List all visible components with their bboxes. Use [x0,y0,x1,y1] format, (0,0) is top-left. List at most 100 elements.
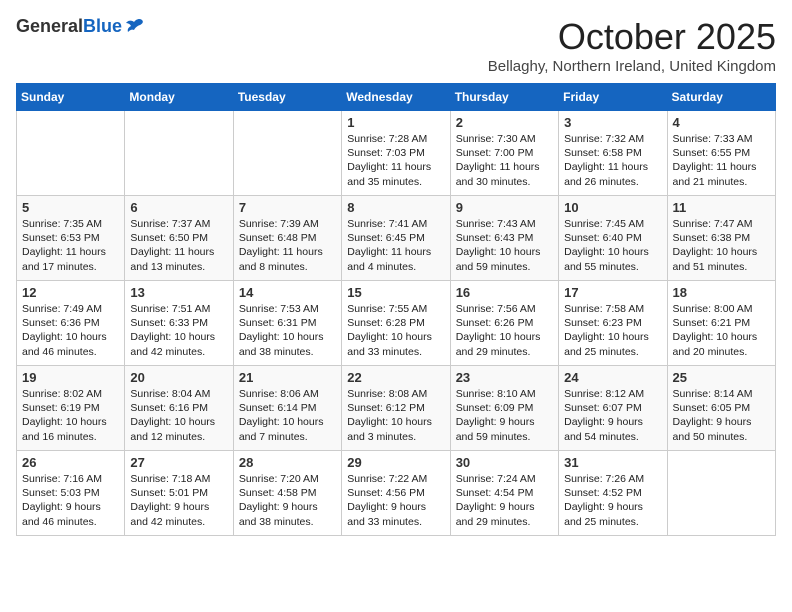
day-number: 1 [347,115,444,130]
day-number: 29 [347,455,444,470]
day-number: 22 [347,370,444,385]
calendar-week-row: 26Sunrise: 7:16 AM Sunset: 5:03 PM Dayli… [17,451,776,536]
calendar-cell [233,111,341,196]
day-number: 11 [673,200,770,215]
calendar-cell: 19 Sunrise: 8:02 AM Sunset: 6:19 PM Dayli… [17,366,125,451]
month-title: October 2025 [488,16,776,58]
calendar-week-row: 12 Sunrise: 7:49 AM Sunset: 6:36 PM Dayli… [17,281,776,366]
day-number: 6 [130,200,227,215]
cell-content: Sunrise: 7:35 AM Sunset: 6:53 PM Dayligh… [22,217,119,274]
cell-content: Sunrise: 7:18 AM Sunset: 5:01 PM Dayligh… [130,472,227,529]
calendar-cell: 27Sunrise: 7:18 AM Sunset: 5:01 PM Dayli… [125,451,233,536]
calendar-cell: 7 Sunrise: 7:39 AM Sunset: 6:48 PM Daylig… [233,196,341,281]
cell-content: Sunrise: 7:20 AM Sunset: 4:58 PM Dayligh… [239,472,336,529]
weekday-header: Sunday [17,84,125,111]
cell-content: Sunrise: 7:49 AM Sunset: 6:36 PM Dayligh… [22,302,119,359]
calendar-cell: 1 Sunrise: 7:28 AM Sunset: 7:03 PM Daylig… [342,111,450,196]
cell-content: Sunrise: 7:55 AM Sunset: 6:28 PM Dayligh… [347,302,444,359]
cell-content: Sunrise: 8:12 AM Sunset: 6:07 PM Dayligh… [564,387,661,444]
day-number: 7 [239,200,336,215]
calendar-cell: 25Sunrise: 8:14 AM Sunset: 6:05 PM Dayli… [667,366,775,451]
calendar-cell: 30 Sunrise: 7:24 AM Sunset: 4:54 PM Dayli… [450,451,558,536]
day-number: 24 [564,370,661,385]
calendar-week-row: 1 Sunrise: 7:28 AM Sunset: 7:03 PM Daylig… [17,111,776,196]
cell-content: Sunrise: 7:39 AM Sunset: 6:48 PM Dayligh… [239,217,336,274]
weekday-header: Tuesday [233,84,341,111]
cell-content: Sunrise: 7:51 AM Sunset: 6:33 PM Dayligh… [130,302,227,359]
day-number: 2 [456,115,553,130]
cell-content: Sunrise: 7:24 AM Sunset: 4:54 PM Dayligh… [456,472,553,529]
cell-content: Sunrise: 7:30 AM Sunset: 7:00 PM Dayligh… [456,132,553,189]
cell-content: Sunrise: 7:56 AM Sunset: 6:26 PM Dayligh… [456,302,553,359]
cell-content: Sunrise: 8:04 AM Sunset: 6:16 PM Dayligh… [130,387,227,444]
cell-content: Sunrise: 7:28 AM Sunset: 7:03 PM Dayligh… [347,132,444,189]
calendar-cell: 28 Sunrise: 7:20 AM Sunset: 4:58 PM Dayli… [233,451,341,536]
calendar-table: SundayMondayTuesdayWednesdayThursdayFrid… [16,83,776,536]
cell-content: Sunrise: 7:58 AM Sunset: 6:23 PM Dayligh… [564,302,661,359]
calendar-cell: 10Sunrise: 7:45 AM Sunset: 6:40 PM Dayli… [559,196,667,281]
calendar-cell: 15 Sunrise: 7:55 AM Sunset: 6:28 PM Dayli… [342,281,450,366]
day-number: 17 [564,285,661,300]
day-number: 12 [22,285,119,300]
calendar-cell: 13 Sunrise: 7:51 AM Sunset: 6:33 PM Dayli… [125,281,233,366]
day-number: 28 [239,455,336,470]
day-number: 4 [673,115,770,130]
header: GeneralBlue October 2025 Bellaghy, North… [16,16,776,75]
day-number: 21 [239,370,336,385]
weekday-header: Friday [559,84,667,111]
calendar-cell: 29 Sunrise: 7:22 AM Sunset: 4:56 PM Dayli… [342,451,450,536]
cell-content: Sunrise: 7:41 AM Sunset: 6:45 PM Dayligh… [347,217,444,274]
cell-content: Sunrise: 7:45 AM Sunset: 6:40 PM Dayligh… [564,217,661,274]
calendar-cell: 20 Sunrise: 8:04 AM Sunset: 6:16 PM Dayli… [125,366,233,451]
calendar-week-row: 5 Sunrise: 7:35 AM Sunset: 6:53 PM Daylig… [17,196,776,281]
day-number: 18 [673,285,770,300]
calendar-cell: 5 Sunrise: 7:35 AM Sunset: 6:53 PM Daylig… [17,196,125,281]
logo-general: GeneralBlue [16,17,122,37]
day-number: 5 [22,200,119,215]
day-number: 3 [564,115,661,130]
day-number: 30 [456,455,553,470]
cell-content: Sunrise: 7:26 AM Sunset: 4:52 PM Dayligh… [564,472,661,529]
weekday-header: Thursday [450,84,558,111]
cell-content: Sunrise: 7:43 AM Sunset: 6:43 PM Dayligh… [456,217,553,274]
weekday-header: Wednesday [342,84,450,111]
cell-content: Sunrise: 8:14 AM Sunset: 6:05 PM Dayligh… [673,387,770,444]
calendar-cell [17,111,125,196]
logo-bird-icon [124,16,146,38]
cell-content: Sunrise: 8:06 AM Sunset: 6:14 PM Dayligh… [239,387,336,444]
day-number: 19 [22,370,119,385]
calendar-cell [125,111,233,196]
calendar-cell [667,451,775,536]
calendar-cell: 23 Sunrise: 8:10 AM Sunset: 6:09 PM Dayli… [450,366,558,451]
day-number: 8 [347,200,444,215]
cell-content: Sunrise: 7:32 AM Sunset: 6:58 PM Dayligh… [564,132,661,189]
day-number: 16 [456,285,553,300]
calendar-cell: 17 Sunrise: 7:58 AM Sunset: 6:23 PM Dayli… [559,281,667,366]
calendar-cell: 9Sunrise: 7:43 AM Sunset: 6:43 PM Daylig… [450,196,558,281]
day-number: 20 [130,370,227,385]
cell-content: Sunrise: 8:08 AM Sunset: 6:12 PM Dayligh… [347,387,444,444]
day-number: 15 [347,285,444,300]
calendar-cell: 2 Sunrise: 7:30 AM Sunset: 7:00 PM Daylig… [450,111,558,196]
cell-content: Sunrise: 8:10 AM Sunset: 6:09 PM Dayligh… [456,387,553,444]
weekday-header: Monday [125,84,233,111]
calendar-cell: 6Sunrise: 7:37 AM Sunset: 6:50 PM Daylig… [125,196,233,281]
calendar-week-row: 19 Sunrise: 8:02 AM Sunset: 6:19 PM Dayli… [17,366,776,451]
cell-content: Sunrise: 8:00 AM Sunset: 6:21 PM Dayligh… [673,302,770,359]
cell-content: Sunrise: 8:02 AM Sunset: 6:19 PM Dayligh… [22,387,119,444]
cell-content: Sunrise: 7:22 AM Sunset: 4:56 PM Dayligh… [347,472,444,529]
calendar-cell: 31 Sunrise: 7:26 AM Sunset: 4:52 PM Dayli… [559,451,667,536]
day-number: 31 [564,455,661,470]
calendar-header-row: SundayMondayTuesdayWednesdayThursdayFrid… [17,84,776,111]
calendar-cell: 11 Sunrise: 7:47 AM Sunset: 6:38 PM Dayli… [667,196,775,281]
calendar-cell: 24 Sunrise: 8:12 AM Sunset: 6:07 PM Dayli… [559,366,667,451]
day-number: 14 [239,285,336,300]
logo: GeneralBlue [16,16,146,38]
calendar-cell: 18 Sunrise: 8:00 AM Sunset: 6:21 PM Dayli… [667,281,775,366]
cell-content: Sunrise: 7:16 AM Sunset: 5:03 PM Dayligh… [22,472,119,529]
weekday-header: Saturday [667,84,775,111]
day-number: 13 [130,285,227,300]
title-block: October 2025 Bellaghy, Northern Ireland,… [488,16,776,75]
day-number: 23 [456,370,553,385]
cell-content: Sunrise: 7:47 AM Sunset: 6:38 PM Dayligh… [673,217,770,274]
